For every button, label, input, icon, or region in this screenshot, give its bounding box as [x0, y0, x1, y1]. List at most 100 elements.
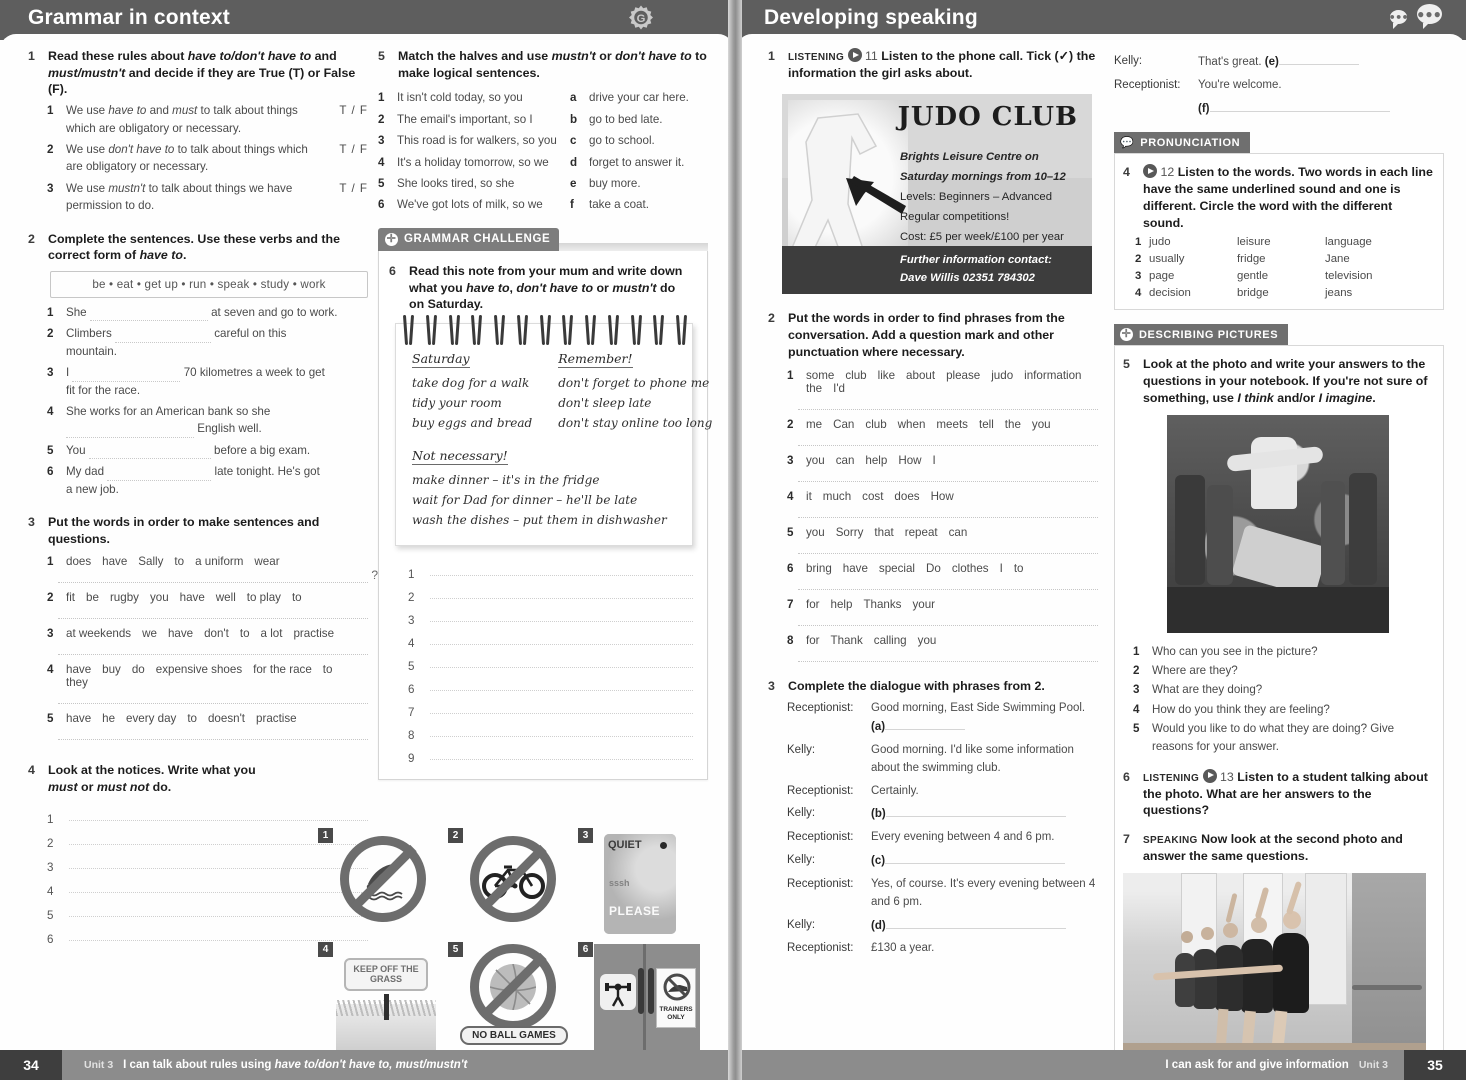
numbered-answer-line[interactable]: 4: [408, 627, 693, 650]
true-false-option[interactable]: T / F: [329, 141, 368, 176]
answer-line[interactable]: [58, 739, 368, 741]
dialogue-blank[interactable]: [1278, 53, 1359, 65]
pron-word[interactable]: usually: [1149, 253, 1237, 265]
exercise-1-item[interactable]: 3 We use mustn't to talk about things we…: [47, 180, 368, 215]
exercise-2-item[interactable]: 2 Climbers careful on this mountain.: [47, 325, 368, 360]
answer-blank[interactable]: [72, 380, 181, 382]
numbered-answer-line[interactable]: 8: [408, 719, 693, 742]
pronunciation-row[interactable]: 4 decision bridge jeans: [1135, 287, 1433, 299]
blank-line[interactable]: [430, 597, 693, 599]
pron-word[interactable]: fridge: [1237, 253, 1325, 265]
match-left-item[interactable]: 1 It isn't cold today, so you: [378, 89, 558, 106]
pronunciation-row[interactable]: 1 judo leisure language: [1135, 236, 1433, 248]
audio-play-icon[interactable]: [1143, 164, 1157, 179]
answer-line[interactable]: [798, 516, 1098, 518]
blank-line[interactable]: [430, 643, 693, 645]
answer-line[interactable]: [798, 552, 1098, 554]
blank-line[interactable]: [430, 735, 693, 737]
pron-word[interactable]: decision: [1149, 287, 1237, 299]
numbered-answer-line[interactable]: 6: [408, 673, 693, 696]
notice-5[interactable]: 5 NO BALL GAMES: [448, 942, 570, 1050]
numbered-answer-line[interactable]: 5: [408, 650, 693, 673]
note-remember-column: Remember! don't forget to phone me don't…: [558, 350, 712, 433]
pron-word[interactable]: television: [1325, 270, 1413, 282]
audio-play-icon[interactable]: [1202, 768, 1217, 783]
dialogue-blank[interactable]: [885, 852, 1066, 865]
answer-blank[interactable]: [89, 320, 208, 322]
notice-3[interactable]: 3 QUIET sssh PLEASE: [578, 828, 700, 936]
blank-line[interactable]: [69, 819, 368, 821]
notice-4[interactable]: 4 KEEP OFF THE GRASS: [318, 942, 440, 1050]
match-left-item[interactable]: 4 It's a holiday tomorrow, so we: [378, 154, 558, 171]
match-right-item[interactable]: d forget to answer it.: [570, 154, 700, 171]
answer-line[interactable]: [798, 444, 1098, 446]
exercise-1-item[interactable]: 1 We use have to and must to talk about …: [47, 102, 368, 137]
blank-line[interactable]: [430, 712, 693, 714]
item-text: We use don't have to to talk about thing…: [66, 142, 308, 174]
match-left-item[interactable]: 5 She looks tired, so she: [378, 175, 558, 192]
match-right-item[interactable]: a drive your car here.: [570, 89, 700, 106]
true-false-option[interactable]: T / F: [329, 102, 368, 137]
pronunciation-row[interactable]: 3 page gentle television: [1135, 270, 1433, 282]
dialogue-blank[interactable]: [885, 718, 966, 731]
answer-line[interactable]: [798, 408, 1098, 410]
exercise-2-item[interactable]: 5 You before a big exam.: [47, 442, 368, 460]
notice-1[interactable]: 1: [318, 828, 440, 936]
match-right-item[interactable]: b go to bed late.: [570, 111, 700, 128]
answer-blank[interactable]: [88, 458, 211, 460]
pron-word[interactable]: gentle: [1237, 270, 1325, 282]
numbered-answer-line[interactable]: 7: [408, 696, 693, 719]
exercise-1-item[interactable]: 2 We use don't have to to talk about thi…: [47, 141, 368, 176]
match-right-item[interactable]: f take a coat.: [570, 196, 700, 213]
match-left-item[interactable]: 6 We've got lots of milk, so we: [378, 196, 558, 213]
numbered-answer-line[interactable]: 1: [47, 802, 368, 826]
dialogue-blank[interactable]: [885, 805, 1066, 818]
pronunciation-row[interactable]: 2 usually fridge Jane: [1135, 253, 1433, 265]
scrambled-words-row: 2 fit be rugby you have well to play to: [47, 591, 368, 604]
dialogue-marker: (f): [1198, 102, 1210, 115]
numbered-answer-line[interactable]: 3: [408, 604, 693, 627]
exercise-2-item[interactable]: 6 My dad late tonight. He's got a new jo…: [47, 463, 368, 498]
answer-line[interactable]: [798, 480, 1098, 482]
numbered-answer-line[interactable]: 9: [408, 742, 693, 765]
blank-line[interactable]: [430, 574, 693, 576]
true-false-option[interactable]: T / F: [329, 180, 368, 215]
notice-2[interactable]: 2: [448, 828, 570, 936]
exercise-2-item[interactable]: 1 She at seven and go to work.: [47, 304, 368, 322]
blank-line[interactable]: [430, 689, 693, 691]
match-left-item[interactable]: 2 The email's important, so I: [378, 111, 558, 128]
pron-word[interactable]: jeans: [1325, 287, 1413, 299]
answer-line[interactable]: [58, 703, 368, 705]
answer-line[interactable]: [58, 654, 368, 656]
match-right-item[interactable]: c go to school.: [570, 132, 700, 149]
answer-blank[interactable]: [114, 341, 211, 343]
dialogue-blank[interactable]: [1209, 100, 1390, 112]
pron-word[interactable]: Jane: [1325, 253, 1413, 265]
pron-word[interactable]: bridge: [1237, 287, 1325, 299]
answer-line[interactable]: [798, 588, 1098, 590]
answer-line[interactable]: [798, 660, 1098, 662]
match-left-item[interactable]: 3 This road is for walkers, so you: [378, 132, 558, 149]
answer-blank[interactable]: [66, 436, 194, 438]
audio-play-icon[interactable]: [847, 48, 862, 62]
answer-line[interactable]: [58, 618, 368, 620]
pron-word[interactable]: judo: [1149, 236, 1237, 248]
item-text: The email's important, so I: [397, 112, 533, 126]
match-right-item[interactable]: e buy more.: [570, 175, 700, 192]
pron-word[interactable]: page: [1149, 270, 1237, 282]
exercise-2-item[interactable]: 4 She works for an American bank so she …: [47, 403, 368, 438]
pron-word[interactable]: language: [1325, 236, 1413, 248]
item-letter: c: [570, 134, 577, 148]
answer-blank[interactable]: [107, 479, 212, 481]
blank-line[interactable]: [430, 758, 693, 760]
exercise-2-item[interactable]: 3 I 70 kilometres a week to get fit for …: [47, 364, 368, 399]
blank-line[interactable]: [430, 620, 693, 622]
answer-line[interactable]: ?: [58, 568, 378, 584]
pron-word[interactable]: leisure: [1237, 236, 1325, 248]
answer-line[interactable]: [798, 624, 1098, 626]
numbered-answer-line[interactable]: 2: [408, 581, 693, 604]
numbered-answer-line[interactable]: 1: [408, 558, 693, 581]
dialogue-blank[interactable]: [885, 917, 1066, 929]
blank-line[interactable]: [430, 666, 693, 668]
notice-6[interactable]: 6 TRAINERS ONLY: [578, 942, 700, 1050]
